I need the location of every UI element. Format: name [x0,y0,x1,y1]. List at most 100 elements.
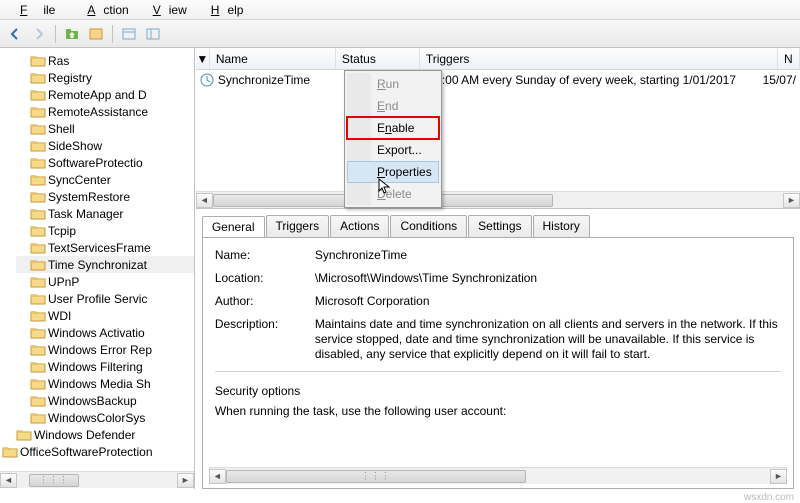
tasklist-hscroll[interactable]: ◄ ⋮⋮⋮ ► [196,191,800,208]
folder-icon [30,88,46,102]
folder-icon [30,190,46,204]
tree-item-officesoftwareprotection[interactable]: OfficeSoftwareProtection [2,443,194,460]
col-triggers[interactable]: Triggers [420,48,778,69]
tree-item-windows-media-sh[interactable]: Windows Media Sh [16,375,194,392]
tree-item-remoteapp-and-d[interactable]: RemoteApp and D [16,86,194,103]
folder-icon [30,224,46,238]
menu-file[interactable]: Filedocument.currentScript.previousEleme… [4,1,71,19]
author-value: Microsoft Corporation [315,294,781,308]
tab-triggers[interactable]: Triggers [266,215,330,237]
details-panel: General Triggers Actions Conditions Sett… [196,208,800,489]
tree-label: WindowsColorSys [48,411,145,425]
folder-icon [30,173,46,187]
tree-label: UPnP [48,275,79,289]
folder-icon [30,207,46,221]
tab-body: Name:SynchronizeTime Location:\Microsoft… [202,237,794,489]
toolbar-icon-2[interactable] [118,23,140,45]
tree-item-textservicesframe[interactable]: TextServicesFrame [16,239,194,256]
tree-item-upnp[interactable]: UPnP [16,273,194,290]
tree-item-systemrestore[interactable]: SystemRestore [16,188,194,205]
tree-item-task-manager[interactable]: Task Manager [16,205,194,222]
task-list: ▼ Name Status Triggers N SynchronizeTime… [196,48,800,208]
tree-item-user-profile-servic[interactable]: User Profile Servic [16,290,194,307]
description-value: Maintains date and time synchronization … [315,317,781,362]
folder-icon [30,105,46,119]
tab-general[interactable]: General [202,216,265,238]
ctx-enable[interactable]: Enable [347,117,439,139]
toolbar-icon-3[interactable] [142,23,164,45]
tree-label: RemoteAssistance [48,105,148,119]
task-name: SynchronizeTime [218,73,342,87]
ctx-delete[interactable]: Delete [347,183,439,205]
ctx-end[interactable]: End [347,95,439,117]
tree-hscroll[interactable]: ◄ ⋮⋮⋮ ► [0,471,194,488]
col-name[interactable]: Name [210,48,336,69]
tab-conditions[interactable]: Conditions [390,215,467,237]
folder-icon [30,343,46,357]
ctx-properties[interactable]: Properties [347,161,439,183]
folder-icon [30,71,46,85]
watermark: wsxdn.com [744,492,794,503]
folder-icon [30,309,46,323]
tree-item-windows-error-rep[interactable]: Windows Error Rep [16,341,194,358]
author-label: Author: [215,294,315,308]
folder-icon [30,326,46,340]
context-menu: Run End Enable Export... Properties Dele… [344,70,442,208]
menu-help[interactable]: Help [195,1,252,19]
name-value: SynchronizeTime [315,248,781,262]
back-button[interactable] [4,23,26,45]
col-next[interactable]: N [778,48,800,69]
tree-label: Windows Defender [34,428,135,442]
tree-label: Windows Error Rep [48,343,152,357]
menu-view[interactable]: View [137,1,195,19]
tree-label: Windows Filtering [48,360,143,374]
security-options-header: Security options [215,384,781,398]
folder-icon [30,394,46,408]
tree-item-wdi[interactable]: WDI [16,307,194,324]
tree-label: Tcpip [48,224,76,238]
column-headers[interactable]: ▼ Name Status Triggers N [196,48,800,70]
tree-item-tcpip[interactable]: Tcpip [16,222,194,239]
menu-bar: Filedocument.currentScript.previousEleme… [0,0,800,20]
tree-item-windows-defender[interactable]: Windows Defender [16,426,194,443]
sort-indicator[interactable]: ▼ [196,48,210,69]
tab-settings[interactable]: Settings [468,215,531,237]
tree-item-shell[interactable]: Shell [16,120,194,137]
toolbar [0,20,800,48]
tree-label: WDI [48,309,71,323]
description-label: Description: [215,317,315,362]
folder-icon [30,411,46,425]
folder-icon [30,360,46,374]
col-status[interactable]: Status [336,48,420,69]
tree-item-synccenter[interactable]: SyncCenter [16,171,194,188]
tree-item-registry[interactable]: Registry [16,69,194,86]
tab-history[interactable]: History [533,215,590,237]
tree-label: Task Manager [48,207,123,221]
folder-icon [30,139,46,153]
tree-item-windowscolorsys[interactable]: WindowsColorSys [16,409,194,426]
folder-icon [30,122,46,136]
details-hscroll[interactable]: ◄ ⋮⋮⋮ ► [209,467,787,484]
ctx-export[interactable]: Export... [347,139,439,161]
tree-label: User Profile Servic [48,292,147,306]
tree-item-windows-activatio[interactable]: Windows Activatio [16,324,194,341]
tree-item-windowsbackup[interactable]: WindowsBackup [16,392,194,409]
tree-label: Time Synchronizat [48,258,147,272]
tree-label: SystemRestore [48,190,130,204]
tree-item-ras[interactable]: Ras [16,52,194,69]
tab-actions[interactable]: Actions [330,215,389,237]
menu-action[interactable]: Action [71,1,136,19]
folder-up-button[interactable] [61,23,83,45]
tree-item-windows-filtering[interactable]: Windows Filtering [16,358,194,375]
tree-item-softwareprotectio[interactable]: SoftwareProtectio [16,154,194,171]
tree-item-sideshow[interactable]: SideShow [16,137,194,154]
ctx-run[interactable]: Run [347,73,439,95]
task-row[interactable]: SynchronizeTime at 1:00 AM every Sunday … [196,70,800,90]
folder-icon [30,54,46,68]
toolbar-icon-1[interactable] [85,23,107,45]
tree-item-time-synchronizat[interactable]: Time Synchronizat [16,256,194,273]
forward-button[interactable] [28,23,50,45]
tree-item-remoteassistance[interactable]: RemoteAssistance [16,103,194,120]
tree-label: Windows Activatio [48,326,145,340]
clock-icon [200,73,214,87]
